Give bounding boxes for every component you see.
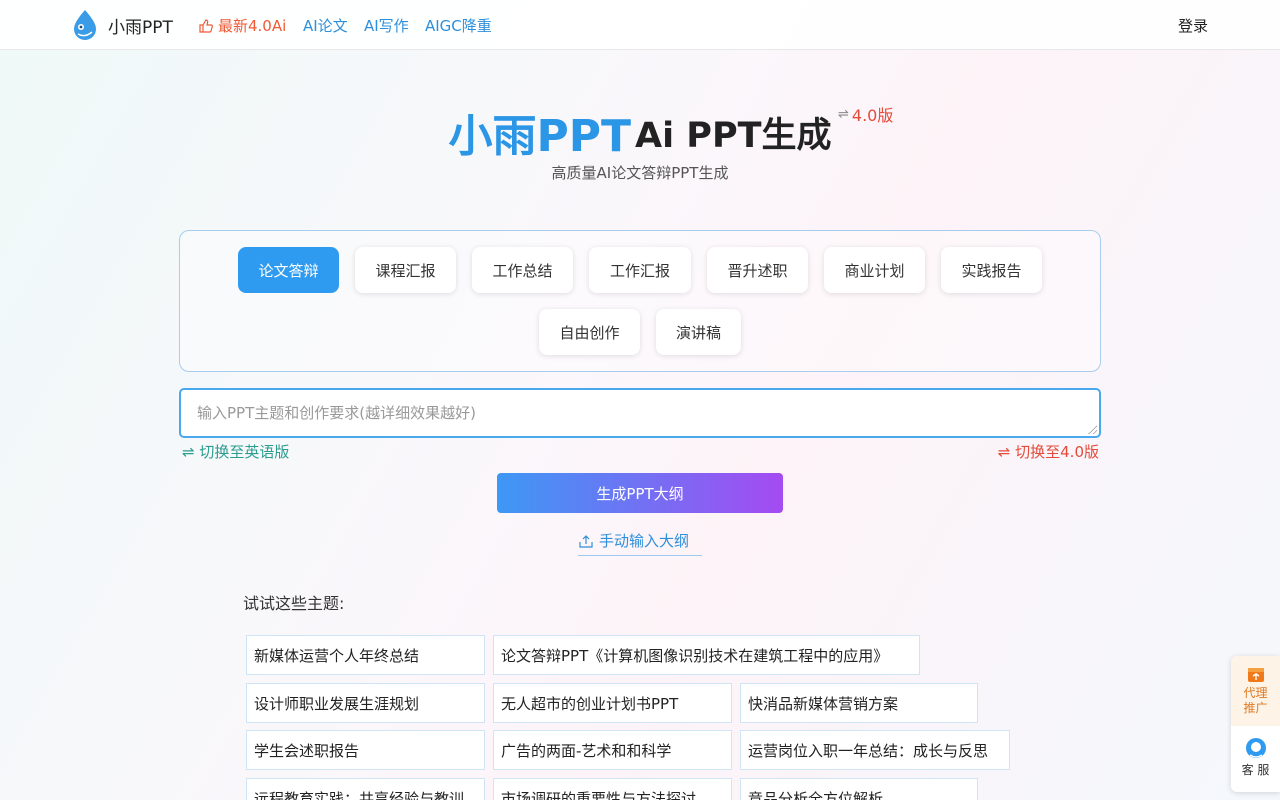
agent-promotion-label-2: 推广	[1243, 701, 1268, 715]
prompt-input[interactable]	[181, 390, 1099, 436]
switch-40-link[interactable]: ⇌ 切换至4.0版	[998, 441, 1099, 462]
category-panel: 论文答辩 课程汇报 工作总结 工作汇报 晋升述职 商业计划 实践报告 自由创作 …	[179, 230, 1101, 372]
category-tab-speech[interactable]: 演讲稿	[656, 309, 741, 355]
brand-name[interactable]: 小雨PPT	[108, 13, 173, 38]
category-tab-thesis-defense[interactable]: 论文答辩	[238, 247, 339, 293]
nav-latest-40[interactable]: 最新4.0Ai	[198, 15, 286, 36]
gift-icon	[1247, 668, 1264, 682]
suggestion-chip[interactable]: 论文答辩PPT《计算机图像识别技术在建筑工程中的应用》	[493, 635, 920, 675]
generate-outline-button[interactable]: 生成PPT大纲	[497, 473, 783, 513]
agent-promotion-button[interactable]: 代理 推广	[1231, 656, 1280, 726]
category-tab-course-report[interactable]: 课程汇报	[355, 247, 456, 293]
nav-latest-40-label: 最新4.0Ai	[218, 17, 287, 35]
resize-grip-icon[interactable]	[1088, 425, 1097, 434]
category-tab-work-summary[interactable]: 工作总结	[472, 247, 573, 293]
suggestion-chip[interactable]: 远程教育实践：共享经验与教训	[246, 778, 485, 800]
hero-title-brand: 小雨PPT	[448, 111, 632, 162]
upload-icon	[579, 535, 593, 548]
top-navbar: 小雨PPT 最新4.0Ai AI论文 AI写作 AIGC降重 登录	[0, 0, 1280, 50]
suggestion-chip[interactable]: 广告的两面-艺术和和科学	[493, 730, 732, 770]
floating-side-panel: 代理 推广 客 服	[1231, 656, 1280, 792]
suggestion-chip[interactable]: 运营岗位入职一年总结：成长与反思	[740, 730, 1010, 770]
suggestion-chip[interactable]: 市场调研的重要性与方法探讨	[493, 778, 732, 800]
category-tab-business-plan[interactable]: 商业计划	[824, 247, 925, 293]
suggestion-chip[interactable]: 学生会述职报告	[246, 730, 485, 770]
suggestion-chip[interactable]: 新媒体运营个人年终总结	[246, 635, 485, 675]
customer-service-button[interactable]: 客 服	[1231, 728, 1280, 792]
suggestions-label: 试试这些主题:	[243, 594, 345, 613]
nav-aigc-rewrite[interactable]: AIGC降重	[425, 15, 492, 36]
prompt-input-box	[179, 388, 1101, 438]
hero-subtitle: 高质量AI论文答辩PPT生成	[551, 164, 729, 182]
switch-english-link[interactable]: ⇌ 切换至英语版	[182, 441, 289, 462]
suggestion-chip[interactable]: 快消品新媒体营销方案	[740, 683, 978, 723]
agent-promotion-label-1: 代理	[1243, 686, 1268, 700]
category-tab-free-creation[interactable]: 自由创作	[539, 309, 640, 355]
version-badge[interactable]: ⇌ 4.0版	[838, 102, 893, 126]
login-link[interactable]: 登录	[1178, 15, 1208, 36]
category-tab-work-report[interactable]: 工作汇报	[589, 247, 691, 293]
nav-ai-paper[interactable]: AI论文	[303, 15, 348, 36]
suggestion-chip[interactable]: 无人超市的创业计划书PPT	[493, 683, 732, 723]
headset-icon	[1245, 738, 1266, 758]
customer-service-label: 客 服	[1241, 763, 1270, 777]
swap-icon: ⇌	[838, 106, 849, 122]
suggestion-chip[interactable]: 竞品分析全方位解析	[740, 778, 978, 800]
category-tab-practice-report[interactable]: 实践报告	[941, 247, 1042, 293]
nav-ai-writing[interactable]: AI写作	[364, 15, 409, 36]
suggestion-chip[interactable]: 设计师职业发展生涯规划	[246, 683, 485, 723]
thumb-up-icon	[199, 18, 213, 33]
manual-outline-link[interactable]: 手动输入大纲	[578, 530, 702, 556]
raindrop-logo-icon[interactable]	[70, 8, 100, 40]
hero-title-main: Ai PPT生成	[635, 115, 832, 156]
category-tab-promotion[interactable]: 晋升述职	[707, 247, 808, 293]
manual-outline-label: 手动输入大纲	[599, 532, 690, 550]
version-label: 4.0版	[851, 106, 894, 125]
hero-title: 小雨PPT Ai PPT生成	[0, 100, 1280, 162]
